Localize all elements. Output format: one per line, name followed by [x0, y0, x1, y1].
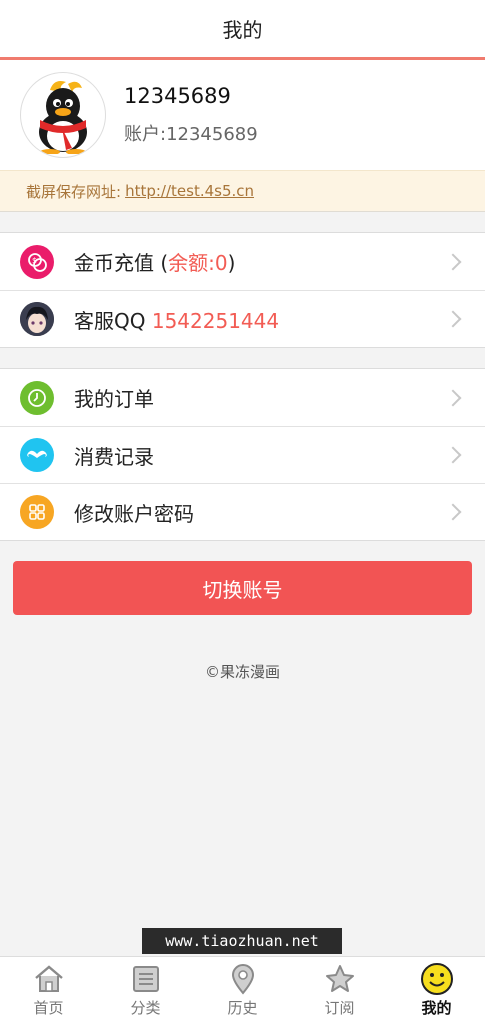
my-orders-label: 我的订单 — [74, 387, 154, 411]
spending-records-row[interactable]: 消费记录 — [0, 426, 485, 483]
top-header: 我的 — [0, 0, 485, 60]
grid-icon — [20, 495, 54, 529]
chevron-right-icon — [444, 389, 462, 406]
watermark: www.tiaozhuan.net — [142, 928, 342, 954]
chevron-right-icon — [444, 503, 462, 521]
customer-service-label: 客服QQ 1542251444 — [74, 308, 280, 333]
smiley-icon — [420, 963, 454, 995]
anime-avatar-icon — [20, 302, 54, 336]
notice-url-link[interactable]: http://test.4s5.cn — [125, 182, 254, 200]
clock-icon — [20, 380, 54, 415]
username: 12345689 — [124, 84, 231, 108]
book-icon — [129, 963, 163, 995]
page-title: 我的 — [222, 18, 263, 42]
tab-label: 分类 — [130, 999, 161, 1017]
tab-label: 订阅 — [324, 999, 355, 1017]
bottom-tab-bar: 首页 分类 历史 订阅 我的 — [0, 956, 485, 1024]
chevron-right-icon — [444, 310, 462, 328]
tab-subscribe[interactable]: 订阅 — [291, 957, 388, 1024]
coin-icon: $ — [20, 244, 54, 279]
tab-label: 首页 — [33, 999, 64, 1017]
copyright-text: ©果冻漫画 — [204, 663, 280, 681]
customer-service-row[interactable]: 客服QQ 1542251444 — [0, 290, 485, 347]
switch-account-button[interactable]: 切换账号 — [13, 561, 472, 615]
account-group: $ 金币充值 (余额:0) 客服QQ 1542251444 — [0, 232, 485, 348]
home-icon — [32, 963, 66, 995]
chevron-right-icon — [444, 253, 462, 270]
change-password-label: 修改账户密码 — [74, 501, 194, 526]
tab-label: 历史 — [227, 999, 258, 1017]
tab-label: 我的 — [421, 999, 452, 1017]
tab-history[interactable]: 历史 — [194, 957, 291, 1024]
tab-mine[interactable]: 我的 — [388, 957, 485, 1024]
recharge-label: 金币充值 (余额:0) — [74, 251, 236, 275]
star-icon — [323, 963, 357, 995]
notice-label: 截屏保存网址: — [26, 182, 122, 201]
qq-penguin-icon[interactable] — [20, 72, 106, 158]
chevron-right-icon — [444, 446, 462, 464]
qq-number: 1542251444 — [151, 308, 280, 333]
screenshot-url-notice: 截屏保存网址: http://test.4s5.cn — [0, 170, 485, 212]
recharge-row[interactable]: $ 金币充值 (余额:0) — [0, 233, 485, 290]
records-group: 我的订单 消费记录 修改账户密码 — [0, 368, 485, 541]
location-pin-icon — [226, 963, 260, 995]
profile-card[interactable]: 12345689 账户:12345689 — [0, 60, 485, 170]
mustache-icon — [20, 438, 54, 472]
account-id: 账户:12345689 — [124, 124, 258, 145]
spending-records-label: 消费记录 — [74, 444, 154, 469]
change-password-row[interactable]: 修改账户密码 — [0, 483, 485, 540]
tab-category[interactable]: 分类 — [97, 957, 194, 1024]
balance-value: 余额:0 — [168, 251, 228, 275]
tab-home[interactable]: 首页 — [0, 957, 97, 1024]
my-orders-row[interactable]: 我的订单 — [0, 369, 485, 426]
svg-text:$: $ — [32, 256, 37, 265]
